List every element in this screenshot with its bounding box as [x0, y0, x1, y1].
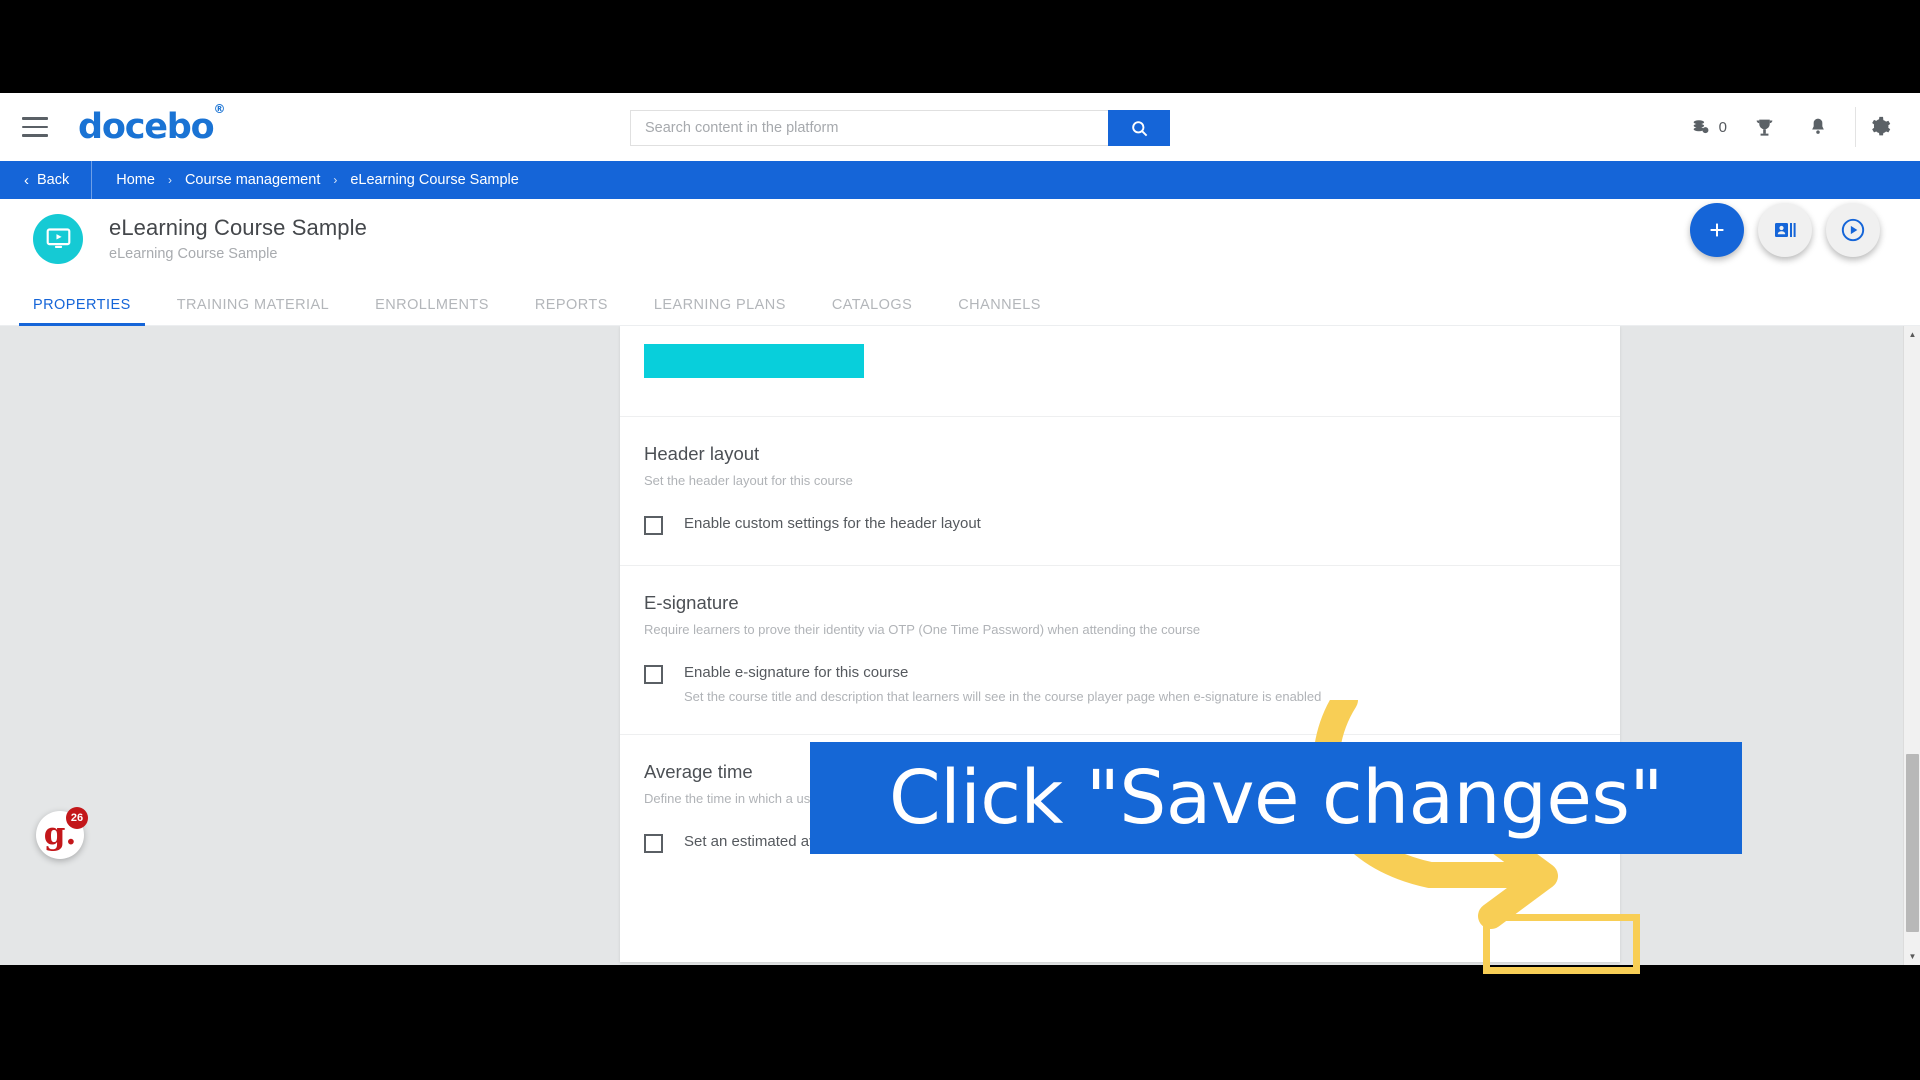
- tab-enrollments[interactable]: ENROLLMENTS: [352, 297, 512, 325]
- back-label: Back: [37, 172, 70, 188]
- page-subtitle: eLearning Course Sample: [109, 246, 278, 262]
- section-header-layout: Header layout Set the header layout for …: [620, 417, 1620, 566]
- scroll-down-button[interactable]: ▼: [1904, 948, 1920, 965]
- search-input[interactable]: [630, 110, 1108, 146]
- gamification-button[interactable]: [1737, 93, 1791, 161]
- grammarly-count-badge: 26: [66, 807, 88, 829]
- properties-card: Header layout Set the header layout for …: [620, 326, 1620, 962]
- trophy-icon: [1756, 119, 1772, 136]
- course-color-swatch[interactable]: [644, 344, 864, 378]
- checkbox-label[interactable]: Enable e-signature for this course: [684, 664, 1321, 681]
- scroll-up-button[interactable]: ▲: [1904, 326, 1920, 343]
- checkbox-labels: Enable custom settings for the header la…: [684, 515, 981, 532]
- grammarly-badge[interactable]: g. 26: [36, 807, 88, 859]
- search-bar: [630, 110, 1170, 146]
- checkbox-labels: Enable e-signature for this course Set t…: [684, 664, 1321, 704]
- instruction-callout: Click "Save changes": [810, 742, 1742, 854]
- back-button[interactable]: ‹ Back: [0, 161, 93, 199]
- floating-action-buttons: [1690, 203, 1880, 257]
- bell-icon: [1812, 118, 1824, 134]
- screen-root: docebo® 0: [0, 0, 1920, 1080]
- checkbox-row: Enable e-signature for this course Set t…: [644, 664, 1596, 704]
- breadcrumb-item-course-management[interactable]: Course management: [185, 172, 320, 188]
- coins-icon: [1693, 119, 1709, 133]
- avatar: [33, 213, 83, 264]
- breadcrumb-item-current: eLearning Course Sample: [350, 172, 519, 188]
- checkbox-sublabel: Set the course title and description tha…: [684, 688, 1322, 704]
- breadcrumb-bar: ‹ Back Home › Course management › eLearn…: [0, 161, 1920, 199]
- play-course-button[interactable]: [1826, 203, 1880, 257]
- tab-channels[interactable]: CHANNELS: [935, 297, 1064, 325]
- tab-learning-plans[interactable]: LEARNING PLANS: [631, 297, 809, 325]
- tab-training-material[interactable]: TRAINING MATERIAL: [154, 297, 352, 325]
- add-button[interactable]: [1690, 203, 1744, 257]
- app-header: docebo® 0: [0, 93, 1920, 161]
- notifications-button[interactable]: [1791, 93, 1845, 161]
- enrollments-button[interactable]: [1758, 203, 1812, 257]
- elearning-screen-icon: [46, 228, 70, 248]
- section-title: Header layout: [644, 443, 760, 464]
- tab-properties[interactable]: PROPERTIES: [10, 297, 154, 326]
- breadcrumb-separator: ›: [167, 173, 172, 187]
- course-header-text: eLearning Course Sample eLearning Course…: [109, 215, 367, 262]
- tab-catalogs[interactable]: CATALOGS: [809, 297, 935, 325]
- checkbox-e-signature[interactable]: [644, 664, 663, 684]
- id-card-icon: [1775, 223, 1796, 237]
- properties-panel: Header layout Set the header layout for …: [0, 326, 1920, 965]
- plus-icon: [1710, 223, 1724, 237]
- scrollbar[interactable]: ▲ ▼: [1903, 326, 1920, 965]
- docebo-logo[interactable]: docebo®: [78, 102, 225, 147]
- breadcrumb-separator: ›: [333, 173, 338, 187]
- callout-text: Click "Save changes": [889, 755, 1663, 841]
- logo-registered-mark: ®: [213, 102, 225, 117]
- tab-bar: PROPERTIES TRAINING MATERIAL ENROLLMENTS…: [0, 278, 1920, 326]
- header-divider: [1855, 107, 1856, 147]
- section-title: E-signature: [644, 591, 739, 613]
- hamburger-icon[interactable]: [22, 117, 48, 137]
- section-description: Set the header layout for this course: [644, 473, 853, 488]
- section-e-signature: E-signature Require learners to prove th…: [620, 566, 1620, 735]
- play-circle-icon: [1841, 218, 1865, 242]
- section-description: Require learners to prove their identity…: [644, 621, 1201, 637]
- checkbox-label[interactable]: Enable custom settings for the header la…: [684, 515, 981, 532]
- checkbox-header-layout[interactable]: [644, 515, 663, 535]
- scrollbar-thumb[interactable]: [1906, 754, 1919, 932]
- course-header: eLearning Course Sample eLearning Course…: [0, 199, 1920, 278]
- color-swatch-section: [620, 326, 1620, 417]
- chevron-left-icon: ‹: [24, 171, 29, 189]
- checkbox-average-time[interactable]: [644, 833, 663, 853]
- breadcrumb-item-home[interactable]: Home: [116, 172, 155, 188]
- settings-button[interactable]: [1866, 93, 1920, 161]
- breadcrumb: Home › Course management › eLearning Cou…: [92, 172, 519, 188]
- search-icon: [1131, 120, 1147, 136]
- gear-icon: [1872, 116, 1891, 136]
- checkbox-row: Enable custom settings for the header la…: [644, 515, 1596, 535]
- tab-reports[interactable]: REPORTS: [512, 297, 631, 325]
- search-button[interactable]: [1108, 110, 1170, 146]
- coins-indicator[interactable]: 0: [1673, 117, 1737, 138]
- coins-count: 0: [1718, 118, 1727, 136]
- logo-text: docebo: [78, 107, 215, 147]
- page-title: eLearning Course Sample: [109, 215, 367, 240]
- app-header-actions: 0: [1673, 93, 1920, 161]
